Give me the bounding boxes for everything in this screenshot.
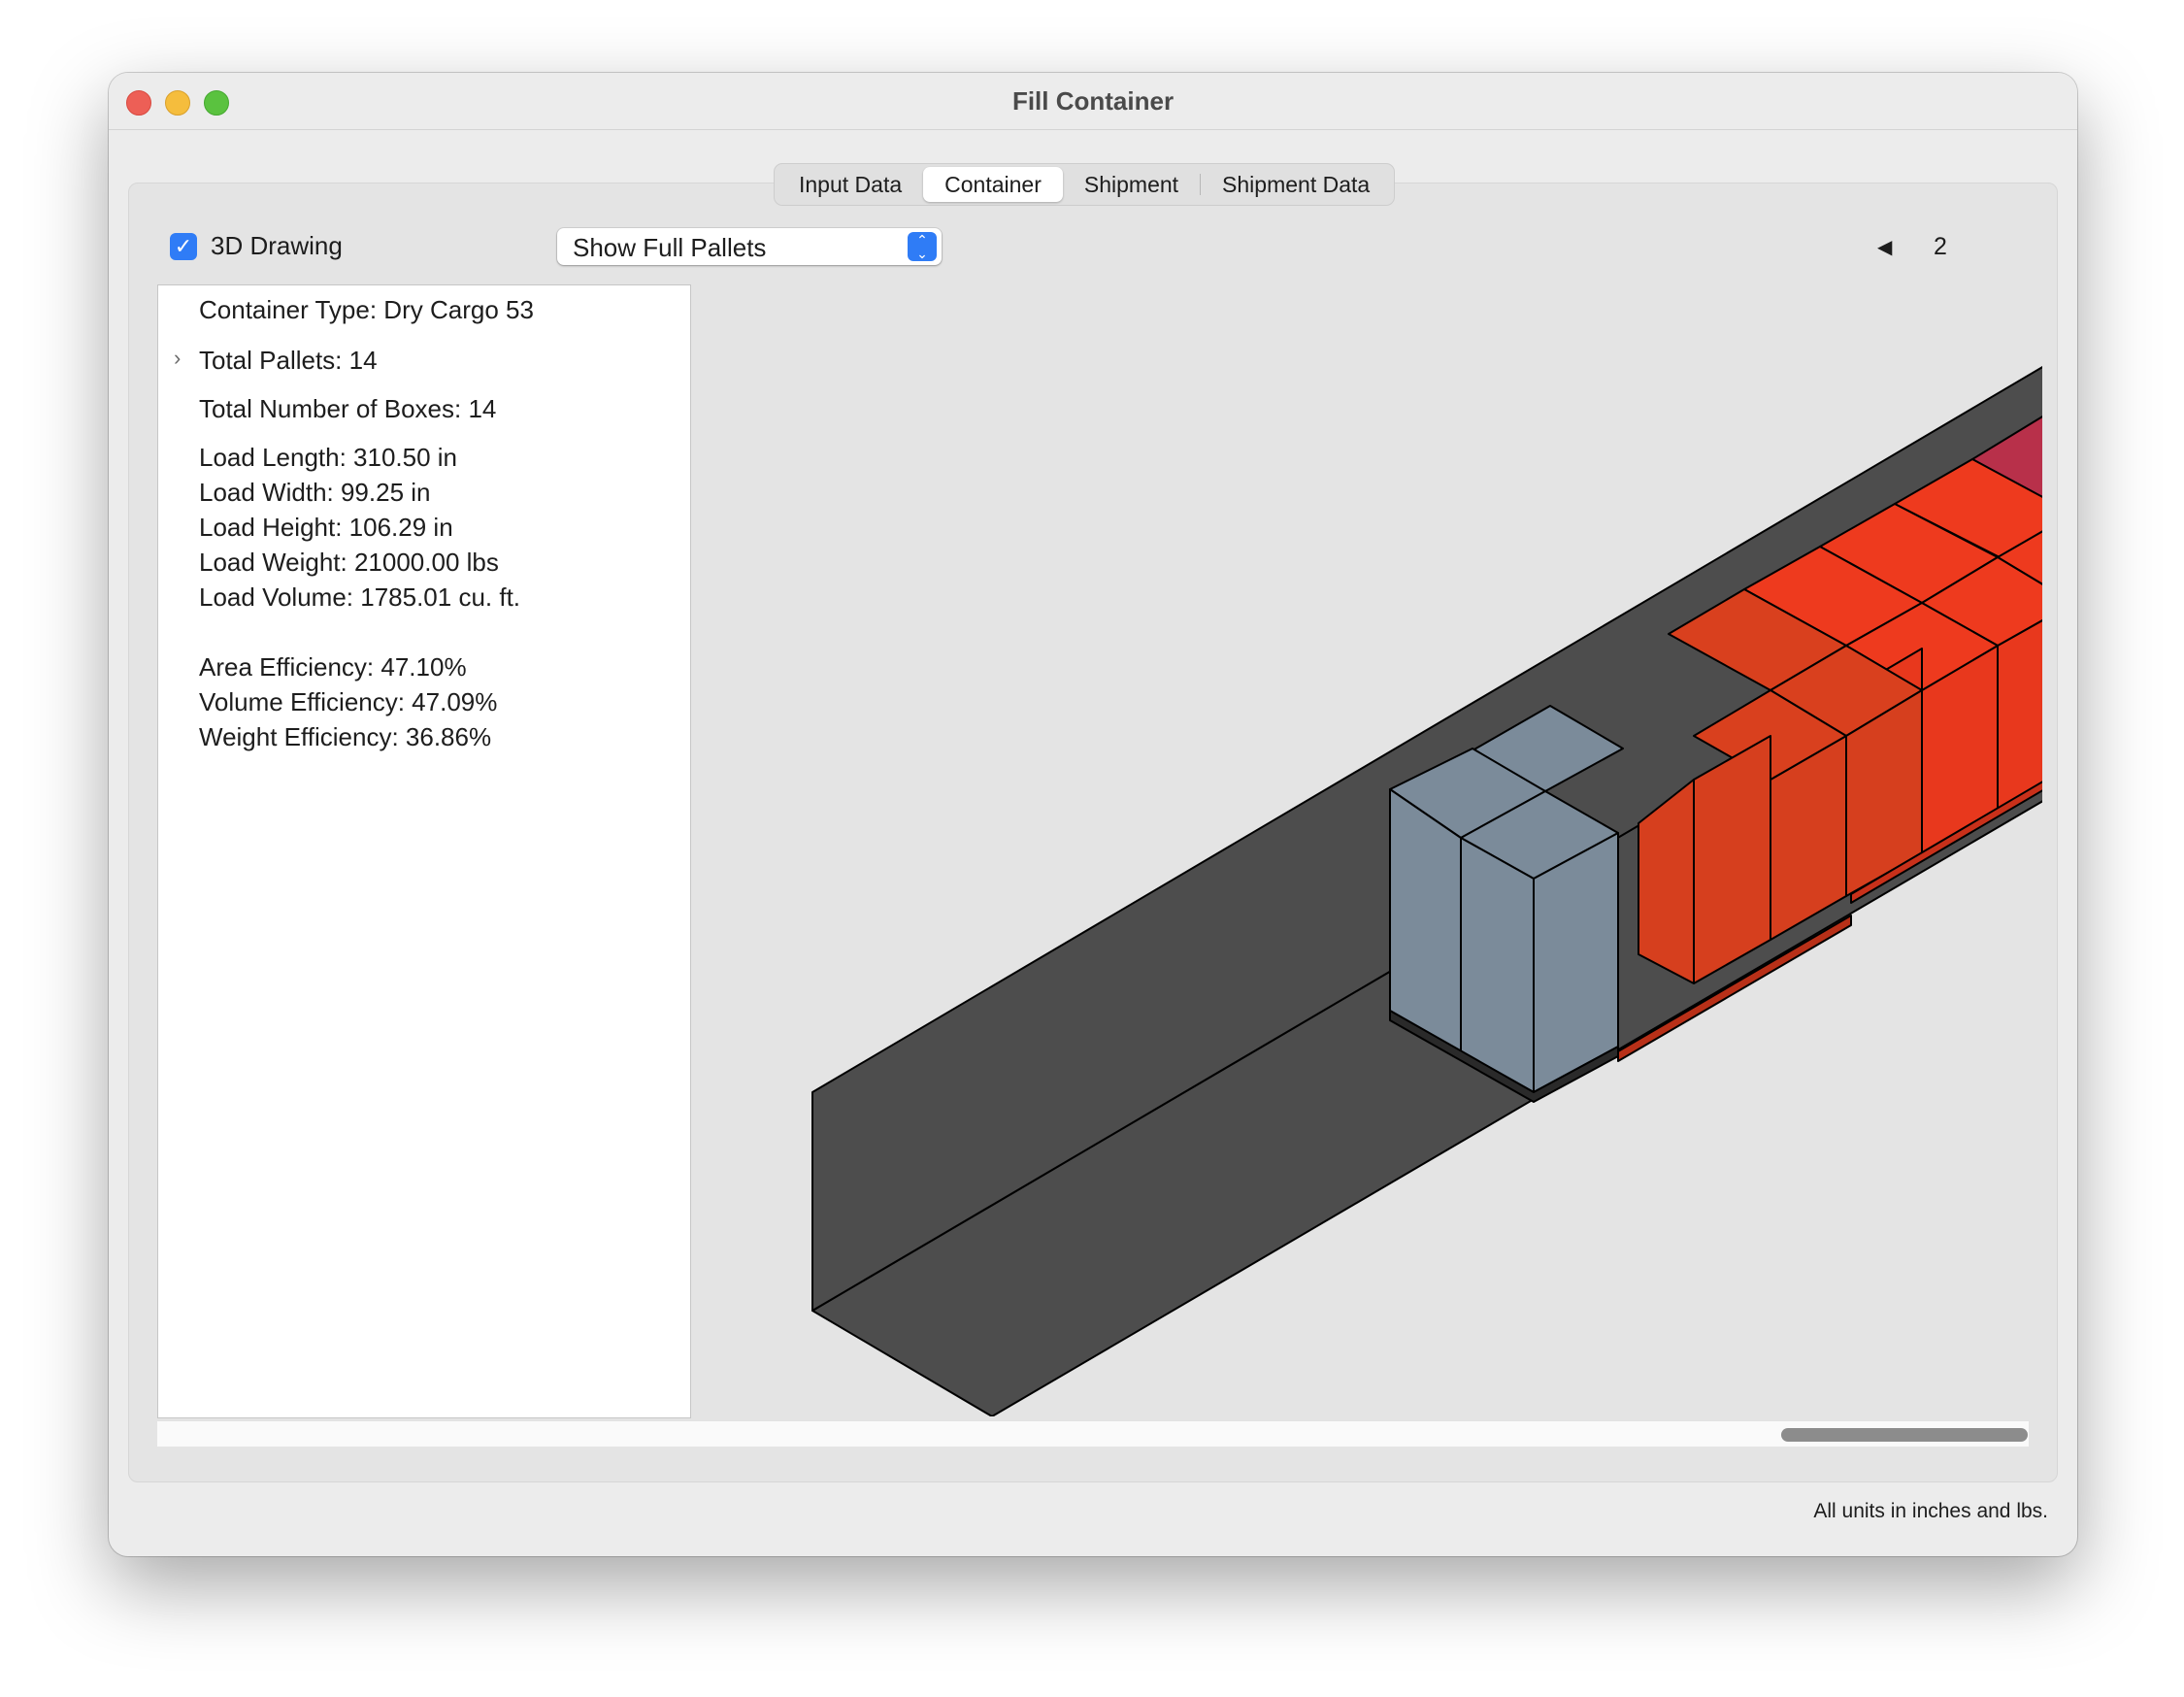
container-type-text: Container Type: Dry Cargo 53 (199, 295, 534, 324)
tab-shipment[interactable]: Shipment (1063, 167, 1200, 202)
tab-input-data[interactable]: Input Data (778, 167, 923, 202)
load-width-text: Load Width: 99.25 in (199, 478, 431, 507)
previous-page-arrow-icon[interactable]: ◀ (1877, 235, 1892, 259)
title-bar: Fill Container (109, 73, 2077, 130)
scrollbar-thumb[interactable] (1781, 1428, 2028, 1442)
volume-efficiency-text: Volume Efficiency: 47.09% (199, 687, 498, 716)
container-3d-drawing[interactable] (691, 284, 2077, 1417)
units-note: All units in inches and lbs. (1813, 1500, 2048, 1522)
view-mode-select[interactable]: Show Full Pallets ⌃ ⌃ (557, 228, 942, 265)
load-weight-text: Load Weight: 21000.00 lbs (199, 548, 499, 577)
load-length-text: Load Length: 310.50 in (199, 443, 458, 472)
pallet-gray-side-1 (1460, 837, 1535, 1093)
drawing-3d-label[interactable]: 3D Drawing (211, 231, 343, 261)
load-volume-text: Load Volume: 1785.01 cu. ft. (199, 582, 521, 612)
chevron-up-down-icon: ⌃ ⌃ (908, 232, 937, 261)
tab-container[interactable]: Container (923, 167, 1063, 202)
load-height-text: Load Height: 106.29 in (199, 513, 453, 542)
drawing-3d-checkbox-row[interactable]: ✓ 3D Drawing (170, 231, 343, 261)
total-pallets-text[interactable]: Total Pallets: 14 (199, 346, 378, 376)
total-boxes-text: Total Number of Boxes: 14 (199, 394, 497, 423)
view-mode-value: Show Full Pallets (573, 233, 767, 262)
app-window: Fill Container Input Data Container Ship… (109, 73, 2077, 1556)
pallet-orange-front-2 (1693, 735, 1771, 984)
load-info-panel: Container Type: Dry Cargo 53 › Total Pal… (157, 284, 691, 1418)
tab-bar: Input Data Container Shipment Shipment D… (774, 163, 1396, 206)
horizontal-scrollbar[interactable] (157, 1420, 2029, 1447)
area-efficiency-text: Area Efficiency: 47.10% (199, 652, 467, 682)
weight-efficiency-text: Weight Efficiency: 36.86% (199, 722, 492, 751)
container-3d-svg (811, 365, 2077, 1417)
disclosure-chevron-icon[interactable]: › (174, 346, 181, 371)
page-number: 2 (1934, 233, 1947, 260)
window-title: Fill Container (1011, 86, 1175, 116)
tab-shipment-data[interactable]: Shipment Data (1201, 167, 1391, 202)
drawing-3d-checkbox[interactable]: ✓ (170, 232, 197, 260)
